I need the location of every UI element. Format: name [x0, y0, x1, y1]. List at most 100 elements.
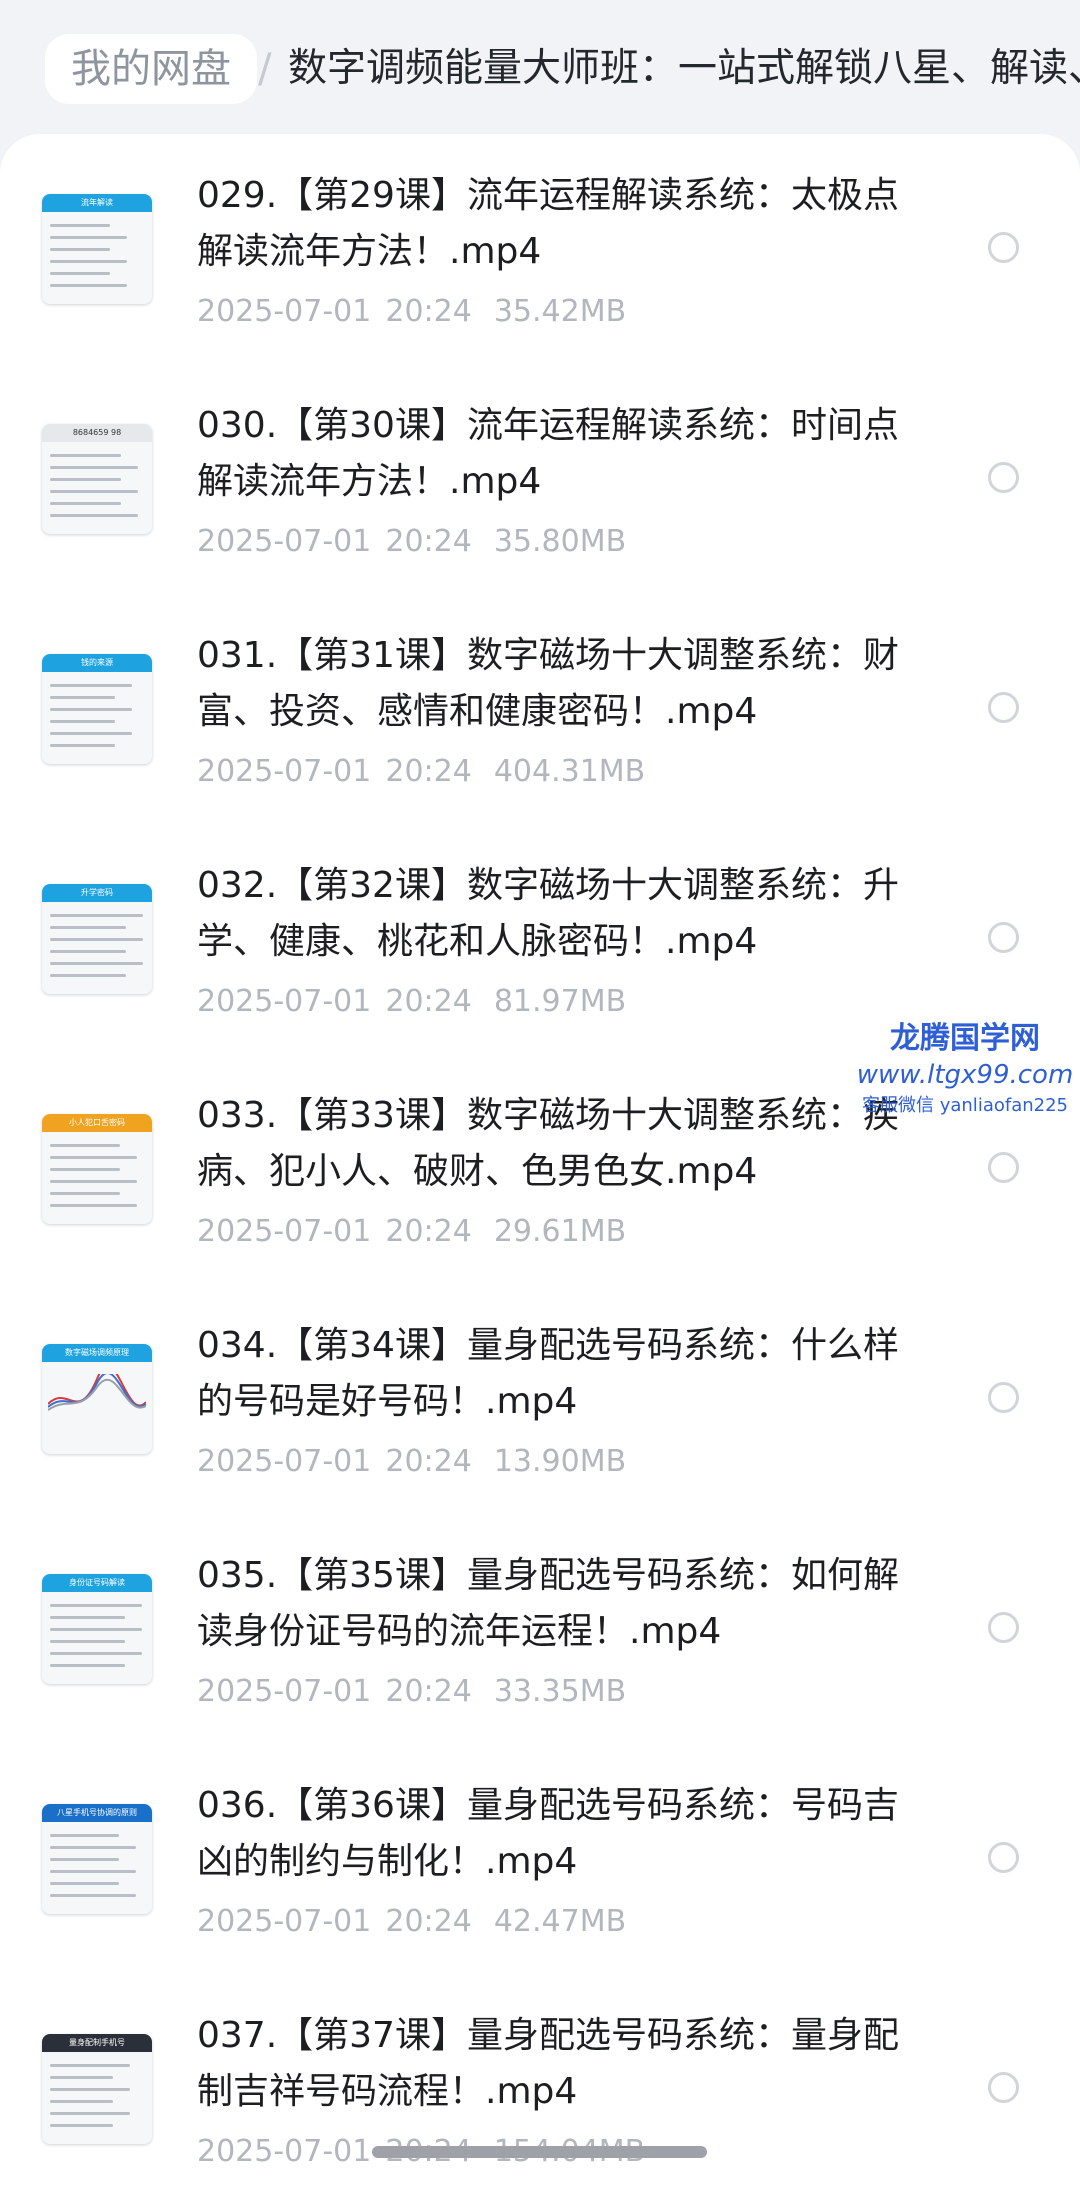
watermark: 龙腾国学网 www.ltgx99.com 客服微信 yanliaofan225: [850, 1020, 1080, 1120]
file-name: 031.【第31课】数字磁场十大调整系统：财富、投资、感情和健康密码！.mp4: [197, 635, 899, 732]
video-thumbnail: 小人犯口舌密码: [42, 1114, 152, 1224]
file-date: 2025-07-01: [197, 1674, 372, 1709]
file-name: 034.【第34课】量身配选号码系统：什么样的号码是好号码！.mp4: [197, 1325, 899, 1422]
thumbnail-text-line: [50, 938, 143, 941]
breadcrumb-current-folder: 数字调频能量大师班：一站式解锁八星、解读、: [288, 46, 1080, 91]
file-row[interactable]: 量身配制手机号 037.【第37课】量身配选号码系统：量身配制吉祥号码流程！.mp…: [0, 1994, 1080, 2190]
file-meta: 2025-07-01 20:24 33.35MB: [197, 1672, 626, 1712]
file-size: 81.97MB: [493, 984, 627, 1019]
file-meta: 2025-07-01 20:24 29.61MB: [197, 1212, 626, 1252]
thumbnail-text-line: [50, 720, 115, 723]
file-name: 036.【第36课】量身配选号码系统：号码吉凶的制约与制化！.mp4: [197, 1785, 899, 1882]
file-row[interactable]: 八星手机号协调的原则 036.【第36课】量身配选号码系统：号码吉凶的制约与制化！…: [0, 1764, 1080, 1994]
thumbnail-text-line: [50, 1204, 137, 1207]
thumbnail-text-line: [50, 1168, 120, 1171]
thumbnail-title-band: 钱的来源: [42, 654, 152, 672]
file-meta: 2025-07-01 20:24 42.47MB: [197, 1902, 626, 1942]
thumbnail-text-line: [50, 1640, 125, 1643]
file-time: 20:24: [385, 1214, 472, 1249]
watermark-title: 龙腾国学网: [890, 1021, 1040, 1056]
file-list: 流年解读 029.【第29课】流年运程解读系统：太极点解读流年方法！.mp4 202…: [0, 134, 1080, 2190]
file-size: 35.80MB: [493, 524, 627, 559]
file-meta: 2025-07-01 20:24 13.90MB: [197, 1442, 626, 1482]
thumbnail-text-line: [50, 248, 110, 251]
file-size: 33.35MB: [493, 1674, 627, 1709]
thumbnail-text-line: [50, 2064, 130, 2067]
file-time: 20:24: [385, 754, 472, 789]
thumbnail-text-line: [50, 732, 132, 735]
select-radio-button[interactable]: [988, 1152, 1019, 1183]
file-meta: 2025-07-01 20:24 81.97MB: [197, 982, 626, 1022]
thumbnail-text-line: [50, 1664, 125, 1667]
home-indicator[interactable]: [372, 2146, 707, 2158]
file-meta: 2025-07-01 20:24 35.80MB: [197, 522, 626, 562]
video-thumbnail: 8684659 98: [42, 424, 152, 534]
file-name: 037.【第37课】量身配选号码系统：量身配制吉祥号码流程！.mp4: [197, 2015, 899, 2112]
file-size: 404.31MB: [493, 754, 646, 789]
breadcrumb-home-link[interactable]: 我的网盘: [45, 34, 257, 104]
thumbnail-text-line: [50, 1834, 119, 1837]
thumbnail-text-line: [50, 926, 126, 929]
select-radio-button[interactable]: [988, 1842, 1019, 1873]
thumbnail-text-line: [50, 1180, 137, 1183]
thumbnail-text-line: [50, 1604, 142, 1607]
thumbnail-text-line: [50, 1144, 120, 1147]
select-radio-button[interactable]: [988, 922, 1019, 953]
video-thumbnail: 身份证号码解读: [42, 1574, 152, 1684]
file-date: 2025-07-01: [197, 524, 372, 559]
thumbnail-title-band: 量身配制手机号: [42, 2034, 152, 2052]
file-size: 42.47MB: [493, 1904, 627, 1939]
thumbnail-text-line: [50, 1882, 119, 1885]
thumbnail-text-line: [50, 466, 138, 469]
file-name: 030.【第30课】流年运程解读系统：时间点解读流年方法！.mp4: [197, 405, 899, 502]
thumbnail-text-line: [50, 696, 115, 699]
thumbnail-text-line: [50, 2088, 130, 2091]
thumbnail-text-line: [50, 1858, 119, 1861]
thumbnail-text-line: [50, 744, 115, 747]
thumbnail-title-band: 八星手机号协调的原则: [42, 1804, 152, 1822]
file-time: 20:24: [385, 1674, 472, 1709]
thumbnail-title-band: 升学密码: [42, 884, 152, 902]
thumbnail-title-band: 身份证号码解读: [42, 1574, 152, 1592]
file-row[interactable]: 8684659 98 030.【第30课】流年运程解读系统：时间点解读流年方法！.…: [0, 384, 1080, 614]
select-radio-button[interactable]: [988, 462, 1019, 493]
file-meta: 2025-07-01 20:24 404.31MB: [197, 752, 645, 792]
thumbnail-text-line: [50, 708, 132, 711]
thumbnail-text-line: [50, 2076, 113, 2079]
video-thumbnail: 八星手机号协调的原则: [42, 1804, 152, 1914]
file-size: 13.90MB: [493, 1444, 627, 1479]
breadcrumb-bar: 我的网盘 / 数字调频能量大师班：一站式解锁八星、解读、: [0, 0, 1080, 140]
file-row[interactable]: 钱的来源 031.【第31课】数字磁场十大调整系统：财富、投资、感情和健康密码！.…: [0, 614, 1080, 844]
thumbnail-text-line: [50, 514, 138, 517]
thumbnail-text-line: [50, 950, 126, 953]
file-date: 2025-07-01: [197, 294, 372, 329]
video-thumbnail: 数字磁场调频原理: [42, 1344, 152, 1454]
select-radio-button[interactable]: [988, 1382, 1019, 1413]
thumbnail-title-band: 8684659 98: [42, 424, 152, 442]
watermark-contact: 客服微信 yanliaofan225: [862, 1095, 1068, 1116]
file-meta: 2025-07-01 20:24 35.42MB: [197, 292, 626, 332]
thumbnail-text-line: [50, 490, 138, 493]
file-date: 2025-07-01: [197, 754, 372, 789]
thumbnail-text-line: [50, 1616, 125, 1619]
file-row[interactable]: 数字磁场调频原理 034.【第34课】量身配选号码系统：什么样的号码是好号码！.m…: [0, 1304, 1080, 1534]
thumbnail-text-line: [50, 2100, 113, 2103]
thumbnail-text-line: [50, 502, 121, 505]
thumbnail-text-line: [50, 272, 110, 275]
file-size: 35.42MB: [493, 294, 627, 329]
file-time: 20:24: [385, 1904, 472, 1939]
video-thumbnail: 量身配制手机号: [42, 2034, 152, 2144]
file-date: 2025-07-01: [197, 2134, 372, 2169]
file-row[interactable]: 身份证号码解读 035.【第35课】量身配选号码系统：如何解读身份证号码的流年运程…: [0, 1534, 1080, 1764]
select-radio-button[interactable]: [988, 692, 1019, 723]
thumbnail-text-line: [50, 914, 143, 917]
thumbnail-text-line: [50, 284, 127, 287]
select-radio-button[interactable]: [988, 232, 1019, 263]
thumbnail-text-line: [50, 1192, 120, 1195]
thumbnail-text-line: [50, 478, 121, 481]
thumbnail-title-band: 流年解读: [42, 194, 152, 212]
select-radio-button[interactable]: [988, 2072, 1019, 2103]
file-row[interactable]: 流年解读 029.【第29课】流年运程解读系统：太极点解读流年方法！.mp4 202…: [0, 154, 1080, 384]
file-time: 20:24: [385, 524, 472, 559]
select-radio-button[interactable]: [988, 1612, 1019, 1643]
